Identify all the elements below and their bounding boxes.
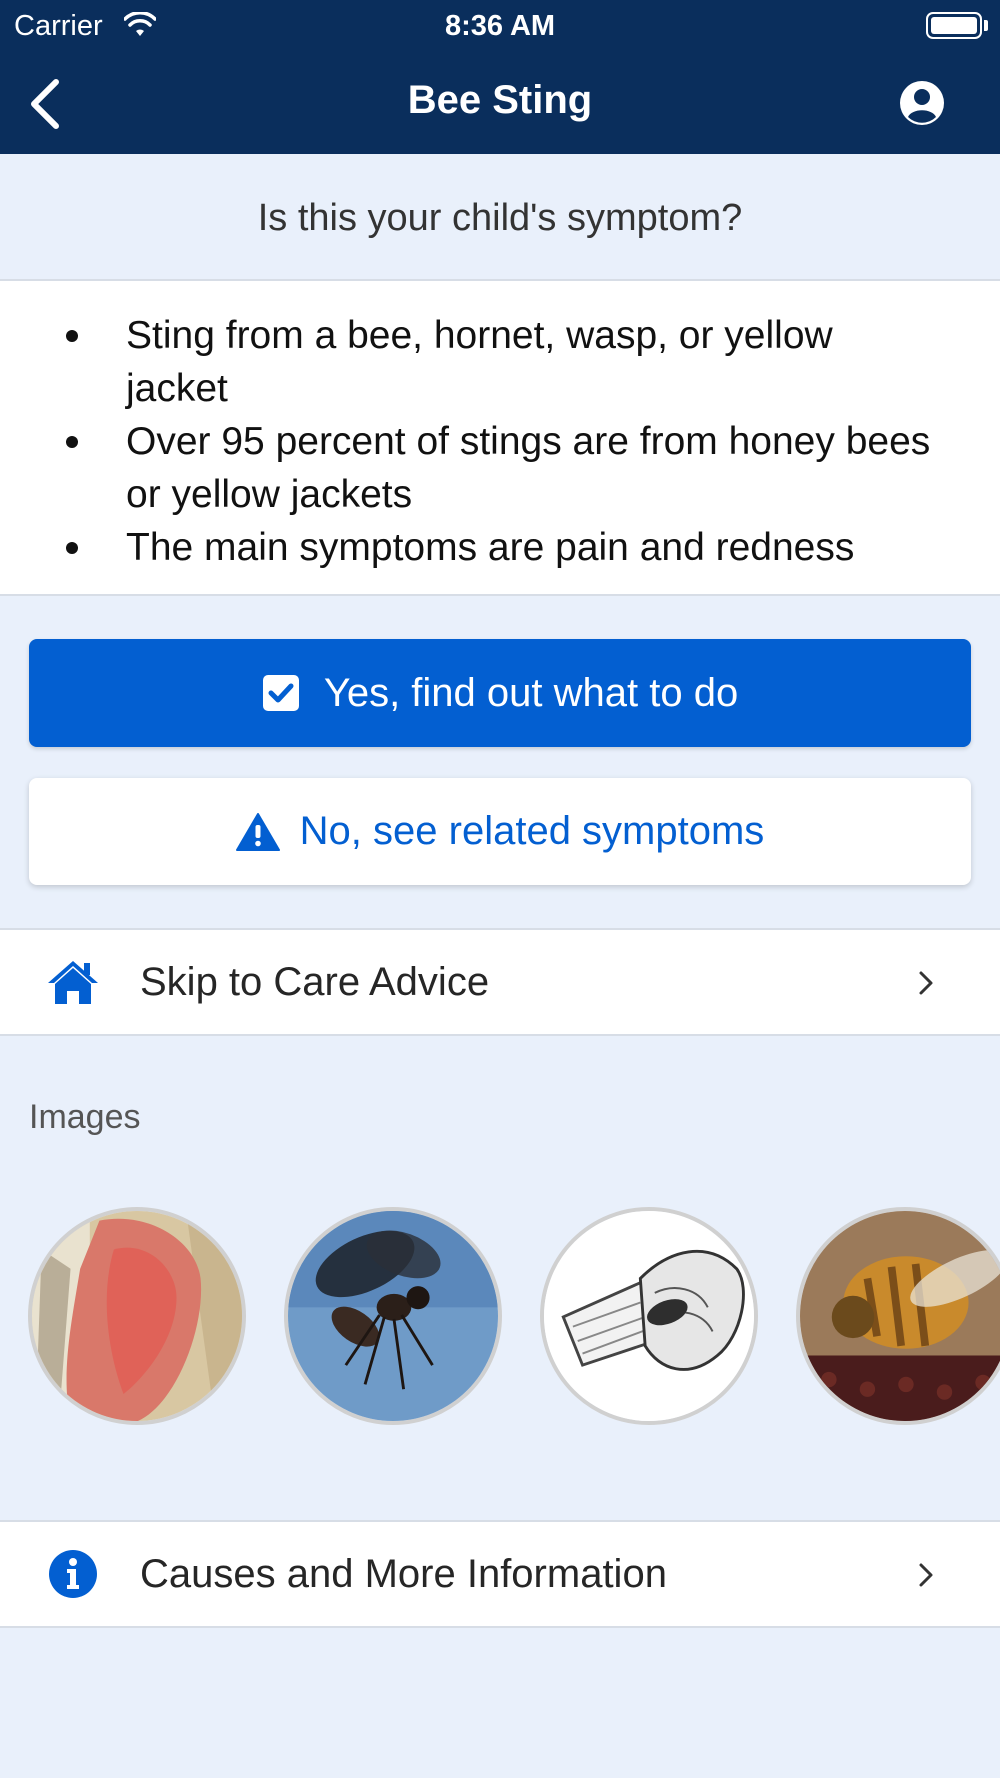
battery-icon xyxy=(926,12,982,39)
red-swollen-finger-image xyxy=(32,1211,242,1421)
bullet-icon xyxy=(66,542,78,554)
causes-row-label: Causes and More Information xyxy=(140,1552,667,1596)
status-bar: Carrier 8:36 AM xyxy=(0,0,1000,52)
image-thumbnail-wasp[interactable] xyxy=(284,1207,502,1425)
image-thumbnail-honey-bee[interactable] xyxy=(796,1207,1000,1425)
bullet-icon xyxy=(66,436,78,448)
checkbox-checked-icon xyxy=(262,675,299,711)
chevron-right-icon xyxy=(919,1563,933,1587)
scraping-stinger-drawing-image xyxy=(544,1211,754,1421)
yes-button-label: Yes, find out what to do xyxy=(323,670,739,715)
battery-cap xyxy=(984,20,988,31)
symptom-list: Sting from a bee, hornet, wasp, or yello… xyxy=(0,309,1000,574)
skip-row-label: Skip to Care Advice xyxy=(140,960,490,1004)
skip-to-care-advice-row[interactable]: Skip to Care Advice xyxy=(0,928,1000,1036)
navigation-bar: Bee Sting xyxy=(0,52,1000,154)
symptom-item: The main symptoms are pain and redness xyxy=(0,521,1000,574)
user-circle-icon[interactable] xyxy=(898,79,946,127)
no-related-symptoms-button[interactable]: No, see related symptoms xyxy=(29,778,971,885)
symptom-question: Is this your child's symptom? xyxy=(0,154,1000,281)
page-title: Bee Sting xyxy=(407,78,593,122)
image-thumbnail-stinger-removal[interactable] xyxy=(540,1207,758,1425)
symptom-description-panel: Sting from a bee, hornet, wasp, or yello… xyxy=(0,281,1000,596)
no-button-label: No, see related symptoms xyxy=(299,809,765,853)
bullet-icon xyxy=(66,330,78,342)
symptom-item: Sting from a bee, hornet, wasp, or yello… xyxy=(0,309,1000,415)
symptom-item: Over 95 percent of stings are from honey… xyxy=(0,415,1000,521)
image-thumbnail-finger[interactable] xyxy=(28,1207,246,1425)
status-time: 8:36 AM xyxy=(444,10,556,42)
warning-icon xyxy=(235,812,280,851)
causes-and-more-info-row[interactable]: Causes and More Information xyxy=(0,1520,1000,1628)
home-icon xyxy=(48,961,98,1004)
images-heading: Images xyxy=(29,1098,141,1136)
chevron-right-icon xyxy=(919,971,933,995)
yes-find-out-button[interactable]: Yes, find out what to do xyxy=(29,639,971,747)
wasp-image xyxy=(288,1211,498,1421)
info-icon xyxy=(49,1550,97,1598)
honey-bee-image xyxy=(800,1211,1000,1421)
